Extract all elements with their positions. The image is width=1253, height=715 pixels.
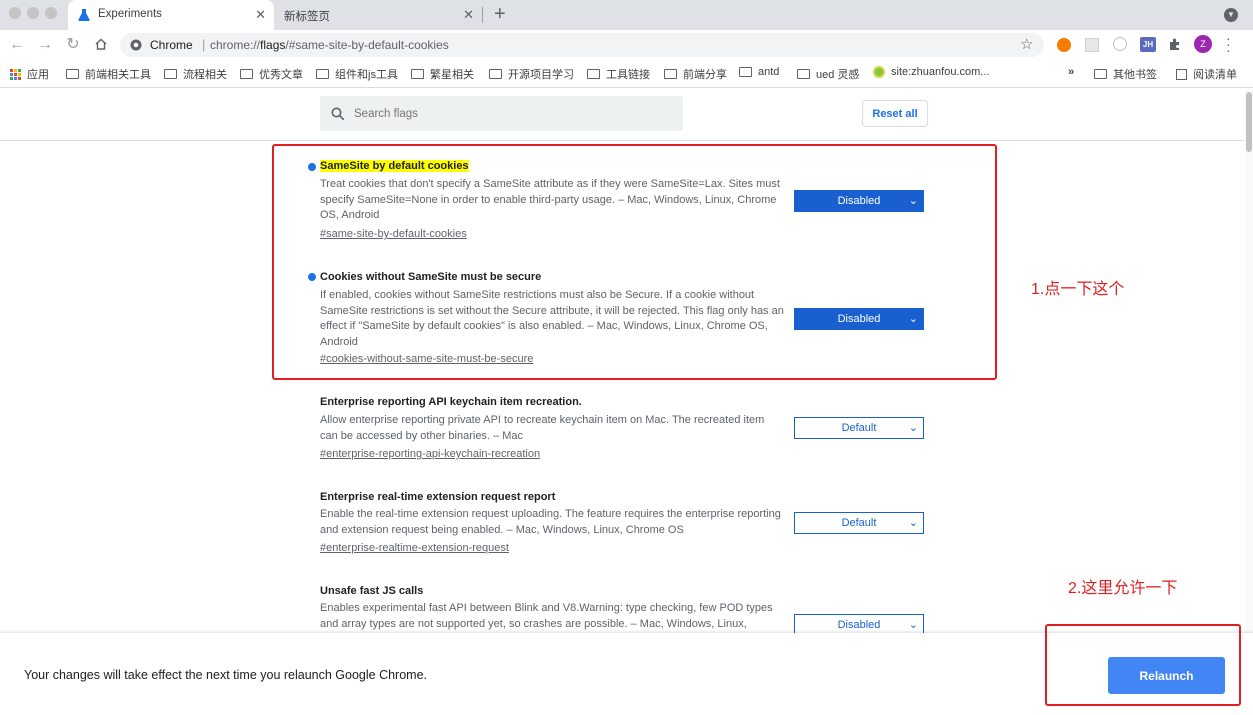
search-icon [331, 107, 345, 121]
bookmark-folder[interactable]: 流程相关 [164, 66, 227, 82]
bookmark-label: 前端分享 [683, 69, 727, 81]
annotation-box-flags [272, 144, 997, 380]
flag-title: Enterprise reporting API keychain item r… [320, 396, 582, 408]
flag-select[interactable]: Default ⌄ [794, 417, 924, 439]
scrollbar-track[interactable] [1245, 88, 1253, 633]
reading-list[interactable]: 阅读清单 [1176, 66, 1237, 82]
bookmarks-overflow-chevron-icon[interactable]: » [1068, 66, 1074, 78]
apps-grid-icon [10, 68, 21, 80]
extension-orange-icon[interactable] [1057, 38, 1071, 52]
bookmark-label: 繁星相关 [430, 69, 474, 81]
flag-select[interactable]: Default ⌄ [794, 512, 924, 534]
kebab-menu-icon[interactable]: · · · [1226, 31, 1231, 57]
search-flags-box[interactable] [320, 96, 683, 131]
bookmark-label: antd [758, 66, 780, 78]
bookmark-folder[interactable]: ued 灵感 [797, 66, 859, 82]
folder-icon [240, 69, 253, 79]
folder-icon [1094, 69, 1107, 79]
reload-icon[interactable]: ↻ [64, 36, 82, 54]
extensions-puzzle-icon[interactable] [1168, 37, 1182, 51]
close-icon[interactable]: ✕ [255, 7, 266, 23]
folder-icon [797, 69, 810, 79]
tab-divider [482, 7, 483, 23]
other-bookmarks[interactable]: 其他书签 [1094, 66, 1157, 82]
omnibox[interactable]: Chrome | chrome://flags/#same-site-by-de… [120, 33, 1044, 57]
flag-description: Enable the real-time extension request u… [320, 508, 781, 536]
relaunch-message: Your changes will take effect the next t… [24, 668, 428, 682]
folder-icon [664, 69, 677, 79]
bookmark-label: 开源项目学习 [508, 69, 574, 81]
bookmark-label: 应用 [27, 69, 49, 81]
bookmark-label: ued 灵感 [816, 69, 860, 81]
flask-icon [78, 9, 90, 21]
bookmark-label: 组件和js工具 [335, 69, 398, 81]
bookmark-folder[interactable]: antd [739, 66, 779, 78]
folder-icon [316, 69, 329, 79]
folder-icon [739, 67, 752, 77]
bookmark-folder[interactable]: 前端分享 [664, 66, 727, 82]
bookmark-site[interactable]: site:zhuanfou.com... [873, 66, 989, 78]
extension-gray-icon[interactable] [1085, 38, 1099, 52]
chevron-down-icon: ⌄ [908, 619, 918, 631]
tab-search-chevron-icon[interactable]: ▼ [1224, 8, 1238, 22]
folder-icon [164, 69, 177, 79]
flag-description: Allow enterprise reporting private API t… [320, 414, 765, 442]
extension-timer-icon[interactable] [1113, 37, 1127, 51]
new-tab-plus-icon[interactable]: + [494, 3, 506, 26]
flag-title: Unsafe fast JS calls [320, 585, 424, 597]
omnibox-site-label: Chrome [150, 38, 193, 52]
home-icon[interactable] [94, 37, 108, 51]
bookmark-folder[interactable]: 工具链接 [587, 66, 650, 82]
bookmark-apps[interactable]: 应用 [10, 66, 49, 82]
folder-icon [489, 69, 502, 79]
bookmark-label: site:zhuanfou.com... [891, 66, 990, 78]
bookmark-folder[interactable]: 组件和js工具 [316, 66, 398, 82]
bookmark-label: 流程相关 [183, 69, 227, 81]
profile-avatar[interactable]: Z [1194, 35, 1212, 53]
omnibox-url[interactable]: chrome://flags/#same-site-by-default-coo… [210, 38, 449, 52]
flag-description: Enables experimental fast API between Bl… [320, 602, 773, 630]
chevron-down-icon: ⌄ [908, 517, 918, 529]
globe-icon [873, 66, 885, 78]
flag-title: Enterprise real-time extension request r… [320, 491, 556, 503]
reading-list-icon [1176, 68, 1187, 80]
close-icon[interactable]: ✕ [463, 7, 474, 23]
annotation-note-1: 1.点一下这个 [1031, 281, 1125, 298]
back-arrow-icon[interactable]: ← [8, 36, 26, 54]
bookmark-folder[interactable]: 开源项目学习 [489, 66, 574, 82]
tab-new-tab[interactable]: 新标签页 ✕ [276, 0, 482, 30]
folder-icon [411, 69, 424, 79]
window-zoom-dot[interactable] [45, 7, 57, 19]
window-close-dot[interactable] [9, 7, 21, 19]
bookmark-label: 优秀文章 [259, 69, 303, 81]
bookmark-folder[interactable]: 优秀文章 [240, 66, 303, 82]
bookmark-star-icon[interactable]: ☆ [1020, 35, 1033, 53]
annotation-box-relaunch [1045, 624, 1241, 706]
window-minimize-dot[interactable] [27, 7, 39, 19]
reset-all-button[interactable]: Reset all [862, 100, 928, 127]
bookmark-label: 工具链接 [606, 69, 650, 81]
bookmark-label: 前端相关工具 [85, 69, 151, 81]
extension-jh-icon[interactable]: JH [1140, 37, 1156, 52]
annotation-note-2: 2.这里允许一下 [1068, 580, 1178, 597]
flag-anchor-link[interactable]: #enterprise-reporting-api-keychain-recre… [320, 448, 540, 460]
search-input[interactable] [352, 104, 666, 124]
chevron-down-icon: ⌄ [908, 422, 918, 434]
folder-icon [587, 69, 600, 79]
flag-anchor-link[interactable]: #enterprise-realtime-extension-request [320, 542, 509, 554]
omnibox-separator: | [202, 37, 206, 52]
scrollbar-thumb[interactable] [1246, 92, 1252, 152]
tab-title: 新标签页 [284, 11, 330, 23]
chrome-logo-icon [130, 39, 142, 51]
tab-experiments[interactable]: Experiments ✕ [68, 0, 274, 30]
bookmark-folder[interactable]: 前端相关工具 [66, 66, 151, 82]
tab-title: Experiments [98, 8, 162, 20]
forward-arrow-icon[interactable]: → [36, 36, 54, 54]
folder-icon [66, 69, 79, 79]
bookmark-folder[interactable]: 繁星相关 [411, 66, 474, 82]
